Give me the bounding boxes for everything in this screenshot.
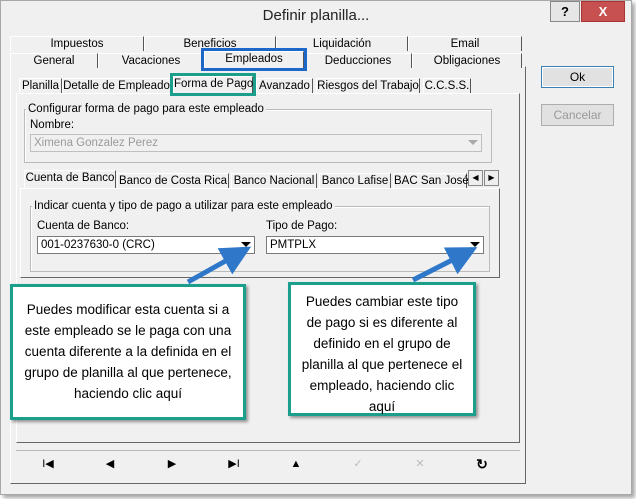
next-record-icon[interactable]: ▶ [142,451,202,477]
bank-account-group-title: Indicar cuenta y tipo de pago a utilizar… [32,200,335,213]
first-record-icon[interactable]: I◀ [18,451,78,477]
close-button[interactable]: X [581,1,625,22]
forma-pago-tab-highlight [170,73,256,96]
payment-config-title: Configurar forma de pago para este emple… [26,103,266,116]
tab-email[interactable]: Email [408,36,522,51]
title-bar: Definir planilla... ? X [1,1,631,31]
record-navigation-bar: I◀ ◀ ▶ ▶I ▲ ✓ ✕ ↻ [16,450,520,478]
chevron-down-icon [470,242,480,247]
payment-type-value: PMTPLX [270,239,317,251]
bank-account-value: 001-0237630-0 (CRC) [41,239,155,251]
subtab-detalle-empleado[interactable]: Detalle de Empleado [62,78,171,93]
subtab-planilla[interactable]: Planilla [19,78,62,93]
tab-general[interactable]: General [10,53,98,68]
window-title: Definir planilla... [262,7,370,24]
payment-type-callout: Puedes cambiar este tipo de pago si es d… [288,282,476,416]
ok-button[interactable]: Ok [541,66,614,88]
confirm-icon[interactable]: ✓ [328,451,388,477]
tab-deducciones[interactable]: Deducciones [304,53,412,68]
payment-type-select[interactable]: PMTPLX [266,236,484,254]
tab-obligaciones[interactable]: Obligaciones [412,53,522,68]
tab-scroll-right-icon[interactable]: ▶ [484,170,499,186]
chevron-down-icon [468,140,478,145]
account-label: Cuenta de Banco: [37,220,130,232]
banktab-bac-san-jose[interactable]: BAC San José [393,173,469,188]
tab-scroll-left-icon[interactable]: ◀ [468,170,483,186]
account-callout: Puedes modificar esta cuenta si a este e… [10,284,246,420]
chevron-down-icon [241,242,251,247]
previous-record-icon[interactable]: ◀ [80,451,140,477]
bank-account-select[interactable]: 001-0237630-0 (CRC) [37,236,255,254]
banktab-banco-costa-rica[interactable]: Banco de Costa Rica [117,173,229,188]
employee-name-select: Ximena Gonzalez Perez [30,134,482,152]
banktab-banco-nacional[interactable]: Banco Nacional [231,173,317,188]
tab-impuestos[interactable]: Impuestos [10,36,144,51]
subtab-riesgos-trabajo[interactable]: Riesgos del Trabajo [316,78,420,93]
tab-vacaciones[interactable]: Vacaciones [98,53,204,68]
cancel-edit-icon[interactable]: ✕ [390,451,450,477]
insert-record-icon[interactable]: ▲ [266,451,326,477]
name-label: Nombre: [30,119,75,131]
cancel-button[interactable]: Cancelar [541,104,614,126]
subtab-ccss[interactable]: C.C.S.S. [423,78,471,93]
empleados-tab-highlight [201,48,307,71]
refresh-icon[interactable]: ↻ [452,451,512,477]
employee-name-value: Ximena Gonzalez Perez [34,137,159,149]
banktab-cuenta-banco[interactable]: Cuenta de Banco [24,170,116,188]
payment-type-label: Tipo de Pago: [266,220,338,232]
banktab-banco-lafise[interactable]: Banco Lafise [319,173,391,188]
help-button[interactable]: ? [550,1,580,22]
last-record-icon[interactable]: ▶I [204,451,264,477]
subtab-avanzado[interactable]: Avanzado [256,78,313,93]
